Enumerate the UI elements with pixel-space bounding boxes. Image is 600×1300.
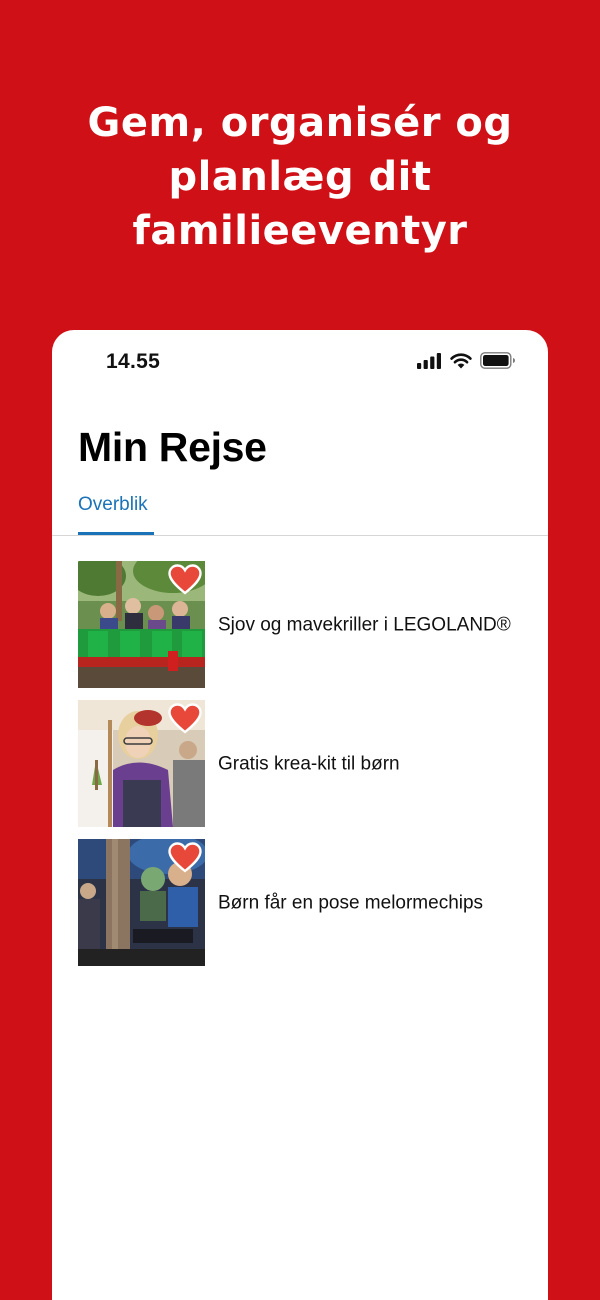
battery-icon [480,352,515,369]
saved-item-title: Sjov og mavekriller i LEGOLAND® [218,614,511,635]
tab-overblik[interactable]: Overblik [78,494,154,535]
heart-icon[interactable] [168,842,202,873]
saved-item-title: Gratis krea-kit til børn [218,753,400,774]
status-icons [417,352,516,369]
promo-headline-line-3: familieeventyr [132,208,468,254]
girl-painting-photo [78,700,205,827]
saved-item-legoland-rides[interactable]: Sjov og mavekriller i LEGOLAND® [78,561,528,688]
promo-headline-line-2: planlæg dit [168,154,432,200]
saved-item-title: Børn får en pose melormechips [218,892,484,913]
promo-headline: Gem, organisér og planlæg dit familieeve… [0,96,600,258]
active-tab-indicator [78,532,154,535]
tab-overblik-label: Overblik [78,494,148,515]
saved-item-krea-kit[interactable]: Gratis krea-kit til børn [78,700,528,827]
promo-headline-line-1: Gem, organisér og [87,100,513,146]
status-bar: 14.55 [52,330,548,396]
page-title: Min Rejse [78,424,267,470]
wifi-icon [450,352,472,368]
heart-icon[interactable] [168,703,202,734]
status-time: 14.55 [106,350,161,373]
tab-bar: Overblik [52,490,548,536]
saved-item-melormechips[interactable]: Børn får en pose melormechips [78,839,528,966]
signal-icon [417,352,441,369]
heart-icon[interactable] [168,564,202,595]
children-forest-photo [78,839,205,966]
rollercoaster-photo [78,561,205,688]
phone-screen: 14.55 Min Rejse Overblik Sjov og mavekri… [52,330,548,1300]
